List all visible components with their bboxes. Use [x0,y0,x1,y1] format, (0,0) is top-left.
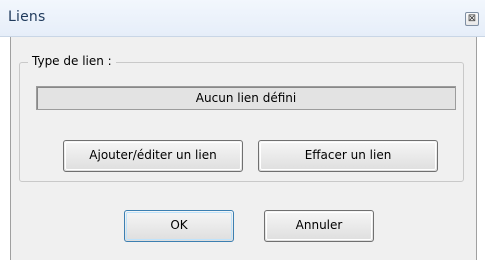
link-value-field: Aucun lien défini [36,86,456,110]
title-bar: Liens ⊠ [0,0,485,37]
link-type-label: Type de lien : [28,54,116,68]
ok-label: OK [170,218,188,232]
delete-link-label: Effacer un lien [304,148,392,162]
close-icon[interactable]: ⊠ [465,12,479,26]
cancel-button[interactable]: Annuler [264,210,374,242]
ok-button[interactable]: OK [124,210,234,242]
add-edit-link-label: Ajouter/éditer un lien [89,148,217,162]
add-edit-link-button[interactable]: Ajouter/éditer un lien [63,140,243,172]
window-title: Liens [8,9,46,25]
cancel-label: Annuler [295,218,343,232]
delete-link-button[interactable]: Effacer un lien [258,140,438,172]
